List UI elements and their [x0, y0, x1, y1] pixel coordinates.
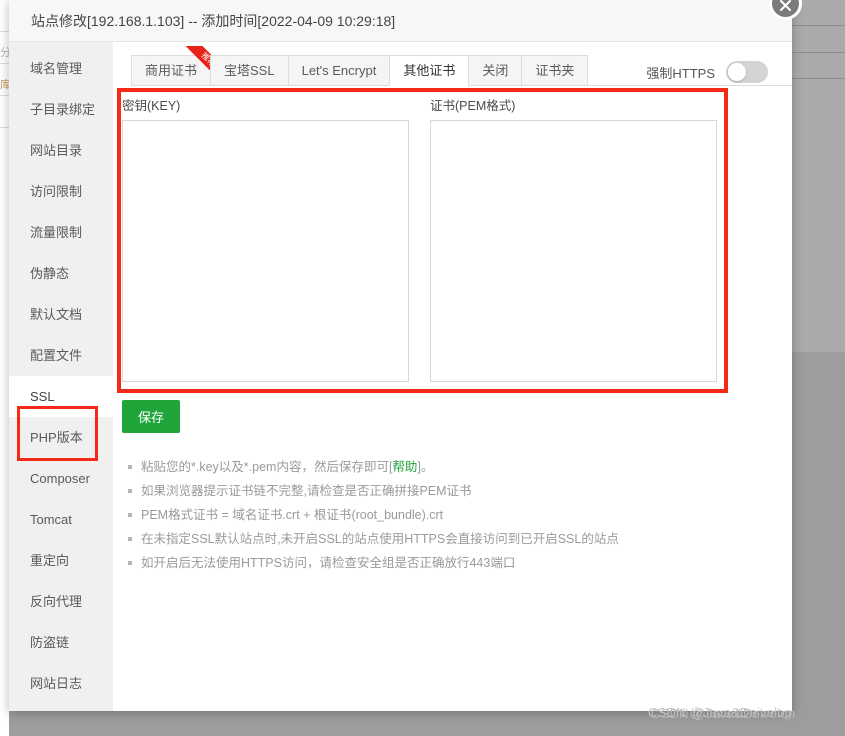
background-divider	[792, 78, 845, 79]
tab-label: 其他证书	[403, 63, 456, 78]
pem-label: 证书(PEM格式)	[430, 99, 516, 113]
tab-close[interactable]: 关闭	[468, 55, 522, 86]
tab-bt-ssl[interactable]: 宝塔SSL	[210, 55, 288, 86]
sidebar-item-subdirectory[interactable]: 子目录绑定	[9, 89, 113, 130]
tip-text: 在未指定SSL默认站点时,未开启SSL的站点使用HTTPS会直接访问到已开启SS…	[141, 532, 619, 546]
sidebar-item-php-version[interactable]: PHP版本	[9, 417, 113, 458]
key-label: 密钥(KEY)	[122, 99, 181, 113]
sidebar-item-traffic-limit[interactable]: 流量限制	[9, 212, 113, 253]
toggle-knob	[728, 63, 746, 81]
sidebar-item-default-doc[interactable]: 默认文档	[9, 294, 113, 335]
force-https-control: 强制HTTPS	[646, 61, 768, 83]
tab-label: 关闭	[482, 63, 509, 78]
save-button[interactable]: 保存	[122, 400, 181, 433]
tip-text: PEM格式证书 = 域名证书.crt + 根证书(root_bundle).cr…	[141, 508, 444, 522]
list-item: 粘贴您的*.key以及*.pem内容，然后保存即可[帮助]。	[128, 455, 792, 479]
tab-label: 宝塔SSL	[224, 63, 275, 78]
sidebar-item-access-limit[interactable]: 访问限制	[9, 171, 113, 212]
background-divider	[0, 127, 9, 128]
dialog-body: 域名管理 子目录绑定 网站目录 访问限制 流量限制 伪静态 默认文档 配置文件 …	[9, 42, 792, 711]
sidebar-item-anti-leech[interactable]: 防盗链	[9, 622, 113, 663]
pem-column: 证书(PEM格式)	[430, 95, 717, 385]
background-divider	[0, 31, 9, 32]
tip-text: 如果浏览器提示证书链不完整,请检查是否正确拼接PEM证书	[141, 484, 472, 498]
tip-text: 粘贴您的*.key以及*.pem内容，然后保存即可[	[141, 460, 393, 474]
sidebar-item-config-file[interactable]: 配置文件	[9, 335, 113, 376]
sidebar-item-composer[interactable]: Composer	[9, 458, 113, 499]
key-input[interactable]	[122, 120, 409, 382]
background-divider	[0, 95, 9, 96]
background-divider	[792, 25, 845, 26]
tab-label: 商用证书	[145, 63, 198, 78]
dialog-title: 站点修改[192.168.1.103] -- 添加时间[2022-04-09 1…	[9, 0, 792, 42]
background-divider	[792, 52, 845, 53]
tip-text-after: ]。	[417, 460, 434, 474]
sidebar-item-ssl[interactable]: SSL	[9, 376, 113, 417]
sidebar-item-tomcat[interactable]: Tomcat	[9, 499, 113, 540]
dialog-sidebar: 域名管理 子目录绑定 网站目录 访问限制 流量限制 伪静态 默认文档 配置文件 …	[9, 42, 113, 711]
list-item: 如开启后无法使用HTTPS访问，请检查安全组是否正确放行443端口	[128, 551, 792, 575]
list-item: 如果浏览器提示证书链不完整,请检查是否正确拼接PEM证书	[128, 479, 792, 503]
background-page-left: 分 库	[0, 0, 11, 736]
ssl-tips-list: 粘贴您的*.key以及*.pem内容，然后保存即可[帮助]。 如果浏览器提示证书…	[113, 455, 792, 575]
site-edit-dialog: 站点修改[192.168.1.103] -- 添加时间[2022-04-09 1…	[9, 0, 802, 711]
tab-lets-encrypt[interactable]: Let's Encrypt	[287, 55, 390, 86]
sidebar-item-rewrite[interactable]: 伪静态	[9, 253, 113, 294]
list-item: PEM格式证书 = 域名证书.crt + 根证书(root_bundle).cr…	[128, 503, 792, 527]
tab-label: 证书夹	[535, 63, 575, 78]
cert-input-area: 密钥(KEY) 证书(PEM格式)	[113, 86, 792, 393]
tip-text: 如开启后无法使用HTTPS访问，请检查安全组是否正确放行443端口	[141, 556, 516, 570]
sidebar-item-reverse-proxy[interactable]: 反向代理	[9, 581, 113, 622]
ssl-tabs-row: 商用证书 推荐 宝塔SSL Let's Encrypt 其他证书 关闭 证书夹 …	[113, 42, 792, 86]
force-https-toggle[interactable]	[726, 61, 768, 83]
pem-input[interactable]	[430, 120, 717, 382]
key-column: 密钥(KEY)	[122, 95, 409, 385]
help-link[interactable]: 帮助	[392, 460, 417, 474]
ssl-panel: 商用证书 推荐 宝塔SSL Let's Encrypt 其他证书 关闭 证书夹 …	[113, 42, 792, 711]
sidebar-item-domain[interactable]: 域名管理	[9, 48, 113, 89]
background-divider	[0, 63, 9, 64]
tab-commercial-cert[interactable]: 商用证书 推荐	[131, 46, 222, 86]
sidebar-item-redirect[interactable]: 重定向	[9, 540, 113, 581]
cert-columns: 密钥(KEY) 证书(PEM格式)	[122, 95, 792, 385]
tab-label: Let's Encrypt	[301, 63, 377, 78]
tab-cert-folder[interactable]: 证书夹	[521, 55, 589, 86]
tab-other-cert[interactable]: 其他证书	[389, 55, 469, 86]
sidebar-item-website-log[interactable]: 网站日志	[9, 663, 113, 704]
sidebar-item-website-dir[interactable]: 网站目录	[9, 130, 113, 171]
force-https-label: 强制HTTPS	[646, 65, 715, 81]
list-item: 在未指定SSL默认站点时,未开启SSL的站点使用HTTPS会直接访问到已开启SS…	[128, 527, 792, 551]
